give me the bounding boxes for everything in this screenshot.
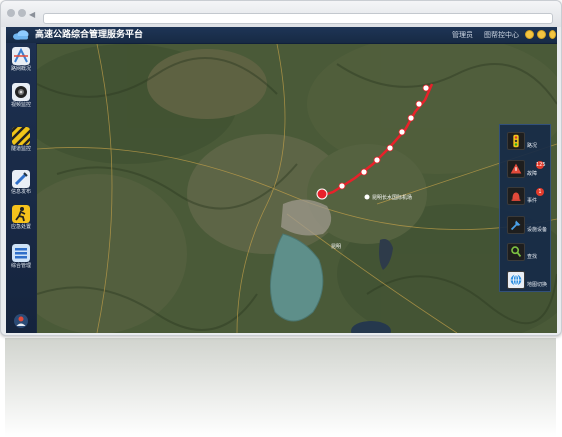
map-switch-icon bbox=[507, 271, 525, 289]
header-link-admin[interactable]: 管理员 bbox=[452, 30, 473, 40]
back-arrow-icon[interactable]: ◀ bbox=[29, 11, 35, 19]
sidebar-item-label: 路网概况 bbox=[10, 66, 31, 72]
panel-item-search[interactable]: 查找 bbox=[500, 240, 552, 267]
panel-item-facility[interactable]: 设施设备 bbox=[500, 213, 552, 240]
header-button-3[interactable] bbox=[549, 30, 556, 39]
browser-titlebar: ◀ bbox=[1, 1, 561, 27]
cloud-logo-icon bbox=[13, 30, 29, 40]
info-publish-icon bbox=[12, 170, 30, 188]
sidebar: 路网概况 视频监控 隧道监控 信息发布 应急处置 综合管理 bbox=[6, 43, 36, 333]
address-bar[interactable] bbox=[43, 13, 553, 24]
panel-item-fault[interactable]: 125 故障 bbox=[500, 157, 552, 184]
sidebar-item-label: 信息发布 bbox=[10, 189, 31, 195]
sidebar-item-management[interactable]: 综合管理 bbox=[6, 244, 36, 274]
window-dot-minimize[interactable] bbox=[18, 9, 26, 17]
panel-item-traffic[interactable]: 路况 bbox=[500, 129, 552, 156]
sidebar-item-label: 综合管理 bbox=[10, 263, 31, 269]
app-viewport: 高速公路综合管理服务平台 管理员 图帮控中心 路网概况 视频监控 隧道监控 信息… bbox=[6, 27, 557, 333]
header-link-control-center[interactable]: 图帮控中心 bbox=[484, 30, 519, 40]
fault-badge: 125 bbox=[536, 161, 546, 169]
sidebar-item-label: 应急处置 bbox=[10, 224, 31, 230]
traffic-light-icon bbox=[507, 132, 525, 150]
header-button-1[interactable] bbox=[525, 30, 534, 39]
panel-item-label: 地图切换 bbox=[527, 282, 548, 288]
browser-window: ◀ 高速公路综合管理服务平台 管理员 图帮控中心 路网概况 视频监控 隧道监控 … bbox=[0, 0, 562, 336]
window-dot-close[interactable] bbox=[7, 9, 15, 17]
road-network-icon bbox=[12, 47, 30, 65]
panel-item-label: 设施设备 bbox=[527, 227, 548, 233]
app-header: 高速公路综合管理服务平台 管理员 图帮控中心 bbox=[6, 27, 557, 44]
map-label-city: 昆明 bbox=[331, 244, 341, 250]
panel-item-label: 查找 bbox=[527, 254, 538, 260]
tunnel-icon bbox=[12, 127, 30, 145]
sidebar-item-label: 视频监控 bbox=[10, 102, 31, 108]
sidebar-item-road-network[interactable]: 路网概况 bbox=[6, 47, 36, 77]
map-canvas: 昆明长水国际机场 昆明 bbox=[37, 44, 557, 333]
panel-item-event[interactable]: 1 事件 bbox=[500, 184, 552, 211]
camera-icon bbox=[12, 83, 30, 101]
management-icon bbox=[12, 244, 30, 262]
sidebar-item-tunnel[interactable]: 隧道监控 bbox=[6, 127, 36, 157]
panel-item-label: 故障 bbox=[527, 171, 538, 177]
event-bell-icon bbox=[507, 187, 525, 205]
map-tool-panel: 路况 125 故障 1 事件 设施设备 查找 地图切换 bbox=[499, 124, 551, 292]
sidebar-item-info-publish[interactable]: 信息发布 bbox=[6, 170, 36, 200]
fault-warning-icon bbox=[507, 160, 525, 178]
panel-item-label: 路况 bbox=[527, 143, 538, 149]
header-button-2[interactable] bbox=[537, 30, 546, 39]
user-avatar-icon[interactable] bbox=[14, 314, 28, 328]
sidebar-item-video[interactable]: 视频监控 bbox=[6, 83, 36, 113]
emergency-icon bbox=[12, 205, 30, 223]
sidebar-item-label: 隧道监控 bbox=[10, 146, 31, 152]
panel-item-label: 事件 bbox=[527, 198, 538, 204]
facility-pin-icon bbox=[507, 216, 525, 234]
event-badge: 1 bbox=[536, 188, 544, 196]
search-icon bbox=[507, 243, 525, 261]
map-label-airport: 昆明长水国际机场 bbox=[372, 194, 412, 201]
panel-item-map-switch[interactable]: 地图切换 bbox=[500, 268, 552, 295]
app-title: 高速公路综合管理服务平台 bbox=[35, 30, 144, 40]
satellite-map[interactable]: 昆明长水国际机场 昆明 bbox=[37, 44, 557, 333]
window-reflection bbox=[5, 338, 556, 437]
sidebar-item-emergency[interactable]: 应急处置 bbox=[6, 205, 36, 235]
